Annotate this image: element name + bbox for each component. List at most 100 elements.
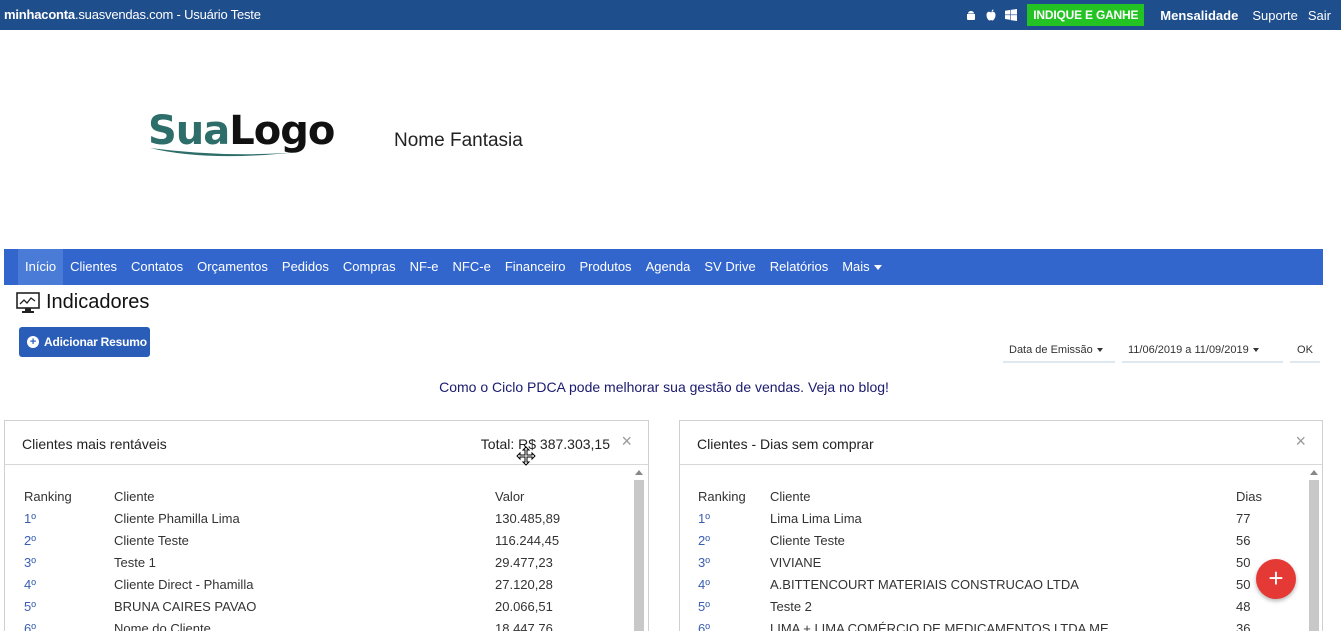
rank-cell: 6º: [698, 620, 710, 631]
rank-cell: 4º: [698, 576, 710, 592]
nav-item-nfe[interactable]: NF-e: [403, 249, 446, 285]
page-header: Indicadores: [16, 291, 149, 314]
rank-cell: 2º: [698, 532, 710, 548]
value-cell: 27.120,28: [495, 576, 553, 592]
nav-item-financeiro[interactable]: Financeiro: [498, 249, 573, 285]
table-row[interactable]: 6º LIMA + LIMA COMÉRCIO DE MEDICAMENTOS …: [698, 617, 1288, 631]
suporte-link[interactable]: Suporte: [1252, 8, 1298, 23]
table-row[interactable]: 6º Nome do Cliente 18.447,76: [24, 617, 584, 631]
nav-item-clientes[interactable]: Clientes: [63, 249, 124, 285]
adicionar-resumo-label: Adicionar Resumo: [44, 335, 147, 349]
date-type-dropdown[interactable]: Data de Emissão: [1003, 339, 1115, 363]
nome-fantasia: Nome Fantasia: [394, 130, 523, 151]
nav-item-agenda[interactable]: Agenda: [639, 249, 698, 285]
client-cell: BRUNA CAIRES PAVAO: [114, 598, 257, 614]
page-title: Indicadores: [46, 291, 150, 313]
client-cell: Teste 2: [770, 598, 812, 614]
value-cell: 29.477,23: [495, 554, 553, 570]
value-cell: 130.485,89: [495, 510, 561, 526]
logo-swoosh-icon: [150, 148, 298, 157]
indique-e-ganhe-button[interactable]: INDIQUE E GANHE: [1027, 4, 1145, 26]
client-cell: Cliente Teste: [114, 532, 189, 548]
rank-cell: 1º: [24, 510, 36, 526]
panel-header: Clientes mais rentáveis Total: R$ 387.30…: [5, 421, 648, 465]
value-cell: 116.244,45: [495, 532, 560, 548]
table-row[interactable]: 5º Teste 2 48: [698, 595, 1288, 617]
rank-cell: 5º: [24, 598, 36, 614]
dashboard-monitor-icon: [16, 291, 40, 313]
panel-header: Clientes - Dias sem comprar ×: [680, 421, 1322, 465]
nav-item-relatorios[interactable]: Relatórios: [763, 249, 836, 285]
panel-title: Clientes - Dias sem comprar: [697, 436, 874, 452]
column-header: Ranking: [698, 488, 746, 504]
table-row[interactable]: 5º BRUNA CAIRES PAVAO 20.066,51: [24, 595, 584, 617]
blog-link[interactable]: Como o Ciclo PDCA pode melhorar sua gest…: [0, 379, 1328, 395]
sair-link[interactable]: Sair: [1308, 8, 1331, 23]
table-row[interactable]: 2º Cliente Teste 56: [698, 529, 1288, 551]
date-range-dropdown[interactable]: 11/06/2019 a 11/09/2019: [1122, 339, 1283, 363]
rank-cell: 6º: [24, 620, 36, 631]
nav-item-mais[interactable]: Mais: [835, 249, 888, 285]
client-cell: Lima Lima Lima: [770, 510, 862, 526]
scroll-up-icon[interactable]: [1310, 470, 1318, 475]
scrollbar[interactable]: [633, 468, 645, 631]
nav-item-compras[interactable]: Compras: [336, 249, 403, 285]
main-nav: Início Clientes Contatos Orçamentos Pedi…: [4, 249, 1323, 285]
nav-item-pedidos[interactable]: Pedidos: [275, 249, 336, 285]
column-header: Ranking: [24, 488, 72, 504]
plus-icon: +: [1268, 563, 1284, 593]
nav-item-mais-label: Mais: [842, 259, 870, 274]
panel-total: Total: R$ 387.303,15: [480, 436, 610, 452]
chevron-down-icon: [1252, 348, 1259, 353]
panel-clientes-rentaveis: Clientes mais rentáveis Total: R$ 387.30…: [4, 420, 649, 631]
nav-item-nfce[interactable]: NFC-e: [446, 249, 498, 285]
table-row[interactable]: 3º Teste 1 29.477,23: [24, 551, 584, 573]
scroll-up-icon[interactable]: [635, 470, 643, 475]
column-header: Cliente: [114, 488, 155, 504]
nav-item-sv-drive[interactable]: SV Drive: [697, 249, 762, 285]
table-row[interactable]: 3º VIVIANE 50: [698, 551, 1288, 573]
android-icon[interactable]: [965, 9, 977, 21]
client-cell: A.BITTENCOURT MATERIAIS CONSTRUCAO LTDA: [770, 576, 1079, 592]
scrollbar[interactable]: [1308, 468, 1320, 631]
close-icon[interactable]: ×: [621, 432, 632, 450]
chevron-down-icon: [873, 265, 882, 271]
table-row[interactable]: 4º Cliente Direct - Phamilla 27.120,28: [24, 573, 584, 595]
top-bar-actions: INDIQUE E GANHE Mensalidade Suporte Sair: [965, 0, 1331, 30]
table-row[interactable]: 1º Lima Lima Lima 77: [698, 507, 1288, 529]
rank-cell: 4º: [24, 576, 36, 592]
table-header-row: Ranking Cliente Valor: [24, 485, 584, 507]
current-user: - Usuário Teste: [173, 7, 261, 22]
adicionar-resumo-button[interactable]: + Adicionar Resumo: [19, 327, 150, 357]
windows-icon[interactable]: [1005, 9, 1018, 21]
move-cursor-icon: [516, 446, 536, 466]
nav-item-produtos[interactable]: Produtos: [573, 249, 639, 285]
mensalidade-link[interactable]: Mensalidade: [1160, 8, 1238, 23]
site-domain-rest: .suasvendas.com: [74, 7, 174, 22]
close-icon[interactable]: ×: [1295, 432, 1306, 450]
rank-cell: 5º: [698, 598, 710, 614]
nav-item-contatos[interactable]: Contatos: [124, 249, 190, 285]
nav-item-inicio[interactable]: Início: [18, 249, 64, 285]
client-cell: LIMA + LIMA COMÉRCIO DE MEDICAMENTOS LTD…: [770, 620, 1109, 631]
scrollbar-thumb[interactable]: [1309, 480, 1319, 631]
plus-circle-icon: +: [27, 336, 39, 348]
table-row[interactable]: 1º Cliente Phamilla Lima 130.485,89: [24, 507, 584, 529]
company-logo: SuaLogo: [148, 108, 335, 164]
days-cell: 56: [1236, 532, 1251, 548]
column-header: Dias: [1236, 488, 1263, 504]
ok-button[interactable]: OK: [1290, 339, 1320, 363]
value-cell: 20.066,51: [495, 598, 553, 614]
apple-icon[interactable]: [985, 9, 997, 21]
table-row[interactable]: 2º Cliente Teste 116.244,45: [24, 529, 584, 551]
scrollbar-thumb[interactable]: [634, 480, 644, 631]
rank-cell: 2º: [24, 532, 36, 548]
nav-item-orcamentos[interactable]: Orçamentos: [190, 249, 275, 285]
table-row[interactable]: 4º A.BITTENCOURT MATERIAIS CONSTRUCAO LT…: [698, 573, 1288, 595]
table-header-row: Ranking Cliente Dias: [698, 485, 1288, 507]
top-bar: minhaconta.suasvendas.com - Usuário Test…: [0, 0, 1341, 30]
days-cell: 77: [1236, 510, 1251, 526]
ranking-table: Ranking Cliente Valor 1º Cliente Phamill…: [24, 485, 584, 631]
panel-dias-sem-comprar: Clientes - Dias sem comprar × Ranking Cl…: [679, 420, 1323, 631]
add-fab-button[interactable]: +: [1256, 559, 1296, 599]
